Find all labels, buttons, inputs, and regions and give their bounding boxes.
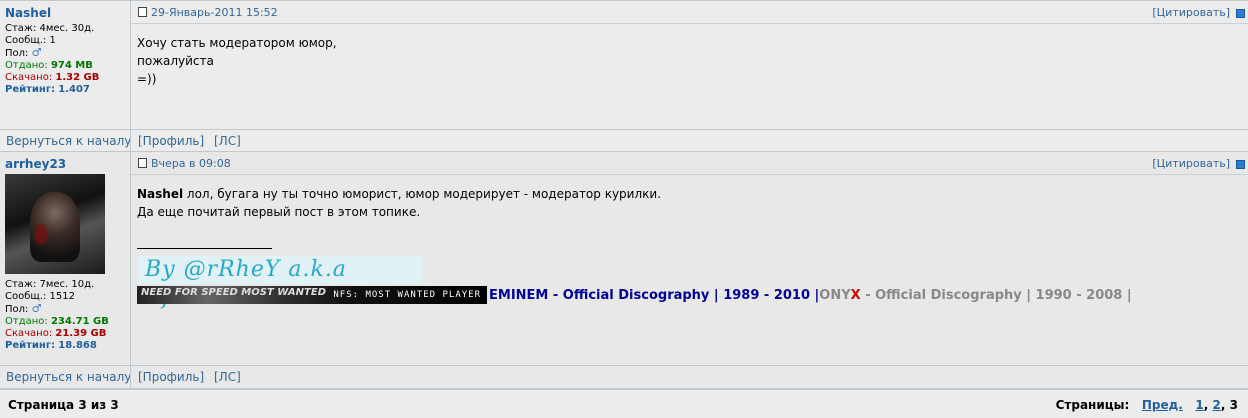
username[interactable]: arrhey23 bbox=[5, 157, 66, 171]
user-stats: Стаж: 7мес. 10д. Сообщ.: 1512 Пол: ♂ Отд… bbox=[5, 279, 109, 352]
male-icon: ♂ bbox=[31, 46, 42, 59]
tenure: Стаж: 4мес. 30д. bbox=[5, 23, 95, 34]
page-info: Страница 3 из 3 bbox=[8, 398, 119, 412]
pm-link[interactable]: [ЛС] bbox=[214, 370, 241, 384]
prev-page-link[interactable]: Пред. bbox=[1142, 398, 1183, 412]
quote-square-icon bbox=[1236, 9, 1245, 18]
rating-label: Рейтинг: bbox=[5, 84, 56, 95]
rating-label: Рейтинг: bbox=[5, 340, 56, 351]
post-line: Хочу стать модератором юмор, bbox=[137, 36, 337, 50]
post-count: Сообщ.: 1 bbox=[5, 35, 56, 46]
post-line: Да еще почитай первый пост в этом топике… bbox=[137, 205, 421, 219]
page-1-link[interactable]: 1 bbox=[1195, 398, 1203, 412]
footer-links: [Профиль] [ЛС] bbox=[138, 370, 247, 384]
post-date[interactable]: 29-Январь-2011 15:52 bbox=[151, 6, 278, 19]
avatar bbox=[5, 174, 105, 274]
gender-label: Пол: bbox=[5, 48, 29, 59]
onyx-name[interactable]: ONY bbox=[819, 288, 850, 303]
post-footer: Вернуться к началу [Профиль] [ЛС] bbox=[0, 129, 1248, 152]
nfs-logo: NEED FOR SPEED MOST WANTED bbox=[141, 287, 326, 298]
rating-row: Рейтинг: 1.407 bbox=[5, 84, 99, 96]
rating-value: 1.407 bbox=[58, 84, 90, 95]
quote-button[interactable]: [Цитировать] bbox=[1152, 157, 1230, 170]
page-links: Страницы: Пред. 1, 2, 3 bbox=[1055, 398, 1238, 412]
quote-square-icon bbox=[1236, 160, 1245, 169]
male-icon: ♂ bbox=[31, 302, 42, 315]
pm-link[interactable]: [ЛС] bbox=[214, 134, 241, 148]
post-line: =)) bbox=[137, 72, 157, 86]
nfs-userbar-text: NFS: MOST WANTED PLAYER bbox=[333, 290, 481, 300]
signature-links: EMINEM - Official Discography | 1989 - 2… bbox=[489, 288, 1132, 303]
gender-label: Пол: bbox=[5, 304, 29, 315]
post-icon bbox=[138, 7, 147, 17]
downloaded-label: Скачано: bbox=[5, 72, 53, 83]
signature-divider bbox=[137, 248, 272, 249]
reply-text: лол, бугага ну ты точно юморист, юмор мо… bbox=[183, 187, 662, 201]
back-to-top-link[interactable]: Вернуться к началу bbox=[6, 134, 131, 148]
post-count: Сообщ.: 1512 bbox=[5, 291, 75, 302]
avatar-detail bbox=[35, 224, 47, 244]
uploaded-label: Отдано: bbox=[5, 60, 48, 71]
gender-row: Пол: ♂ bbox=[5, 47, 99, 60]
downloaded-value: 1.32 GB bbox=[55, 72, 100, 83]
uploaded-value: 234.71 GB bbox=[50, 316, 109, 327]
username[interactable]: Nashel bbox=[5, 6, 51, 20]
back-to-top-link[interactable]: Вернуться к началу bbox=[6, 370, 131, 384]
onyx-link[interactable]: - Official Discography | 1990 - 2008 | bbox=[861, 288, 1131, 303]
post-2: arrhey23 Стаж: 7мес. 10д. Сообщ.: 1512 П… bbox=[0, 151, 1248, 388]
downloaded-row: Скачано: 21.39 GB bbox=[5, 328, 109, 340]
pages-label: Страницы: bbox=[1055, 398, 1130, 412]
onyx-x[interactable]: X bbox=[851, 288, 861, 303]
post-body: Хочу стать модератором юмор, пожалуйста … bbox=[137, 34, 337, 88]
profile-link[interactable]: [Профиль] bbox=[138, 370, 204, 384]
user-panel: arrhey23 Стаж: 7мес. 10д. Сообщ.: 1512 П… bbox=[0, 152, 131, 366]
footer-divider bbox=[130, 366, 131, 388]
footer-divider bbox=[130, 130, 131, 152]
uploaded-label: Отдано: bbox=[5, 316, 48, 327]
pagination-bar: Страница 3 из 3 Страницы: Пред. 1, 2, 3 bbox=[0, 388, 1248, 418]
current-page: 3 bbox=[1229, 398, 1238, 412]
post-line: Nashel лол, бугага ну ты точно юморист, … bbox=[137, 185, 661, 203]
nfs-userbar: NEED FOR SPEED MOST WANTED NFS: MOST WAN… bbox=[137, 286, 487, 304]
post-line: пожалуйста bbox=[137, 54, 214, 68]
post-1: Nashel Стаж: 4мес. 30д. Сообщ.: 1 Пол: ♂… bbox=[0, 0, 1248, 152]
profile-link[interactable]: [Профиль] bbox=[138, 134, 204, 148]
uploaded-row: Отдано: 974 MB bbox=[5, 60, 99, 72]
reply-name: Nashel bbox=[137, 187, 184, 201]
post-body: Nashel лол, бугага ну ты точно юморист, … bbox=[137, 185, 661, 221]
post-icon bbox=[138, 158, 147, 168]
uploaded-value: 974 MB bbox=[50, 60, 93, 71]
quote-button[interactable]: [Цитировать] bbox=[1152, 6, 1230, 19]
user-stats: Стаж: 4мес. 30д. Сообщ.: 1 Пол: ♂ Отдано… bbox=[5, 23, 99, 96]
user-panel: Nashel Стаж: 4мес. 30д. Сообщ.: 1 Пол: ♂… bbox=[0, 1, 131, 130]
downloaded-row: Скачано: 1.32 GB bbox=[5, 72, 99, 84]
rating-value: 18.868 bbox=[58, 340, 97, 351]
page-2-link[interactable]: 2 bbox=[1213, 398, 1221, 412]
gender-row: Пол: ♂ bbox=[5, 303, 109, 316]
post-header: 29-Январь-2011 15:52 [Цитировать] bbox=[131, 1, 1248, 24]
tenure: Стаж: 7мес. 10д. bbox=[5, 279, 95, 290]
downloaded-value: 21.39 GB bbox=[55, 328, 107, 339]
rating-row: Рейтинг: 18.868 bbox=[5, 340, 109, 352]
post-header: Вчера в 09:08 [Цитировать] bbox=[131, 152, 1248, 175]
footer-links: [Профиль] [ЛС] bbox=[138, 134, 247, 148]
post-footer: Вернуться к началу [Профиль] [ЛС] bbox=[0, 365, 1248, 388]
eminem-link[interactable]: EMINEM - Official Discography | 1989 - 2… bbox=[489, 288, 819, 303]
signature-banner: By @rRheY a.k.a EfRiT bbox=[137, 256, 422, 310]
post-date[interactable]: Вчера в 09:08 bbox=[151, 157, 231, 170]
uploaded-row: Отдано: 234.71 GB bbox=[5, 316, 109, 328]
downloaded-label: Скачано: bbox=[5, 328, 53, 339]
